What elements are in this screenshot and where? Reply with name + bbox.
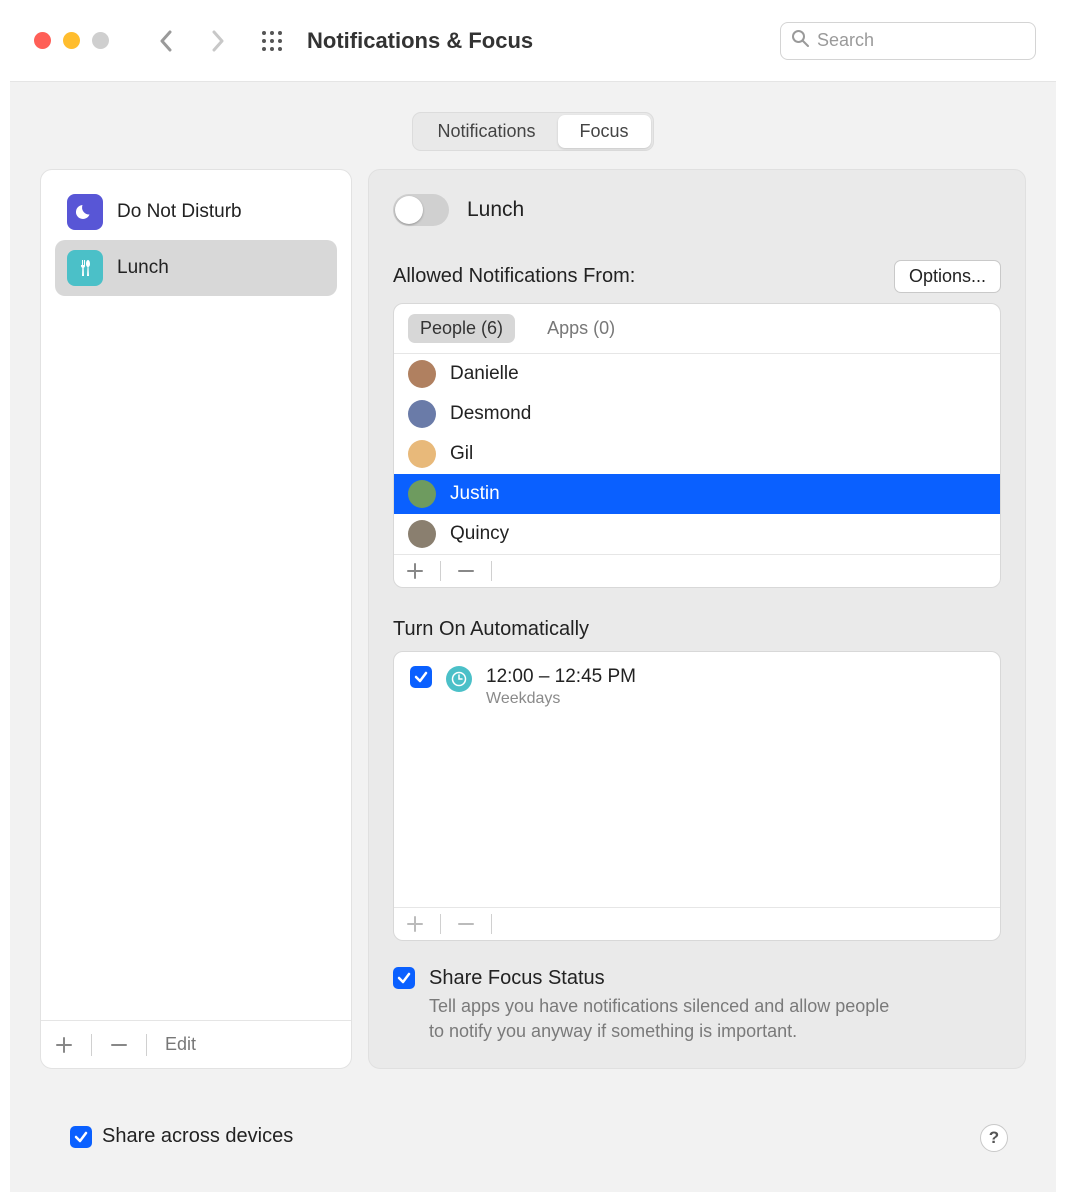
sidebar-item-label: Lunch [117,257,169,279]
schedule-days: Weekdays [486,690,636,708]
titlebar: Notifications & Focus [10,0,1056,82]
window-controls [34,32,109,49]
share-across-devices-checkbox[interactable] [70,1126,92,1148]
sidebar-item-lunch[interactable]: Lunch [55,240,337,296]
person-name: Danielle [450,363,519,385]
divider [491,561,492,581]
focus-sidebar: Do Not Disturb Lunch [40,169,352,1069]
tab-focus[interactable]: Focus [558,115,651,148]
focus-name: Lunch [467,198,524,222]
person-row[interactable]: Gil [394,434,1000,474]
forward-button[interactable] [205,29,229,53]
share-focus-section: Share Focus Status Tell apps you have no… [393,967,1001,1044]
remove-schedule-button[interactable] [457,915,475,933]
sidebar-item-label: Do Not Disturb [117,201,242,223]
add-person-button[interactable] [406,562,424,580]
focus-toggle[interactable] [393,194,449,226]
back-button[interactable] [155,29,179,53]
share-across-devices-label: Share across devices [102,1125,293,1148]
avatar [408,520,436,548]
allowed-box: People (6) Apps (0) Danielle Desmond [393,303,1001,588]
search-icon [791,29,809,52]
avatar [408,480,436,508]
grid-icon[interactable] [261,30,283,52]
add-focus-button[interactable] [55,1036,73,1054]
close-window-icon[interactable] [34,32,51,49]
person-name: Justin [450,483,500,505]
divider [491,914,492,934]
window-title: Notifications & Focus [307,28,533,54]
add-schedule-button[interactable] [406,915,424,933]
share-focus-description: Tell apps you have notifications silence… [429,994,909,1044]
edit-focus-button[interactable]: Edit [165,1034,196,1055]
remove-focus-button[interactable] [110,1036,128,1054]
people-list: Danielle Desmond Gil Justin [394,354,1000,554]
sidebar-item-do-not-disturb[interactable]: Do Not Disturb [55,184,337,240]
avatar [408,360,436,388]
person-name: Gil [450,443,473,465]
allowed-tab-apps[interactable]: Apps (0) [535,314,627,343]
person-row[interactable]: Danielle [394,354,1000,394]
avatar [408,400,436,428]
segmented-control: Notifications Focus [412,112,653,151]
divider [146,1034,147,1056]
zoom-window-icon[interactable] [92,32,109,49]
options-button[interactable]: Options... [894,260,1001,293]
share-focus-checkbox[interactable] [393,967,415,989]
person-row[interactable]: Justin [394,474,1000,514]
focus-detail: Lunch Allowed Notifications From: Option… [368,169,1026,1069]
remove-person-button[interactable] [457,562,475,580]
avatar [408,440,436,468]
clock-icon [446,666,472,692]
tab-notifications[interactable]: Notifications [415,115,557,148]
person-name: Quincy [450,523,509,545]
utensils-icon [67,250,103,286]
person-row[interactable]: Desmond [394,394,1000,434]
schedule-time: 12:00 – 12:45 PM [486,666,636,688]
auto-box: 12:00 – 12:45 PM Weekdays [393,651,1001,941]
moon-icon [67,194,103,230]
auto-section-title: Turn On Automatically [393,618,1001,641]
person-row[interactable]: Quincy [394,514,1000,554]
divider [440,914,441,934]
search-field[interactable] [780,22,1036,60]
person-name: Desmond [450,403,531,425]
schedule-row[interactable]: 12:00 – 12:45 PM Weekdays [394,652,1000,722]
divider [440,561,441,581]
help-button[interactable]: ? [980,1124,1008,1152]
search-input[interactable] [817,30,1049,51]
divider [91,1034,92,1056]
allowed-tab-people[interactable]: People (6) [408,314,515,343]
share-across-devices-row: Share across devices [70,1125,293,1148]
share-focus-title: Share Focus Status [429,967,909,990]
minimize-window-icon[interactable] [63,32,80,49]
schedule-checkbox[interactable] [410,666,432,688]
allowed-section-title: Allowed Notifications From: [393,265,635,288]
